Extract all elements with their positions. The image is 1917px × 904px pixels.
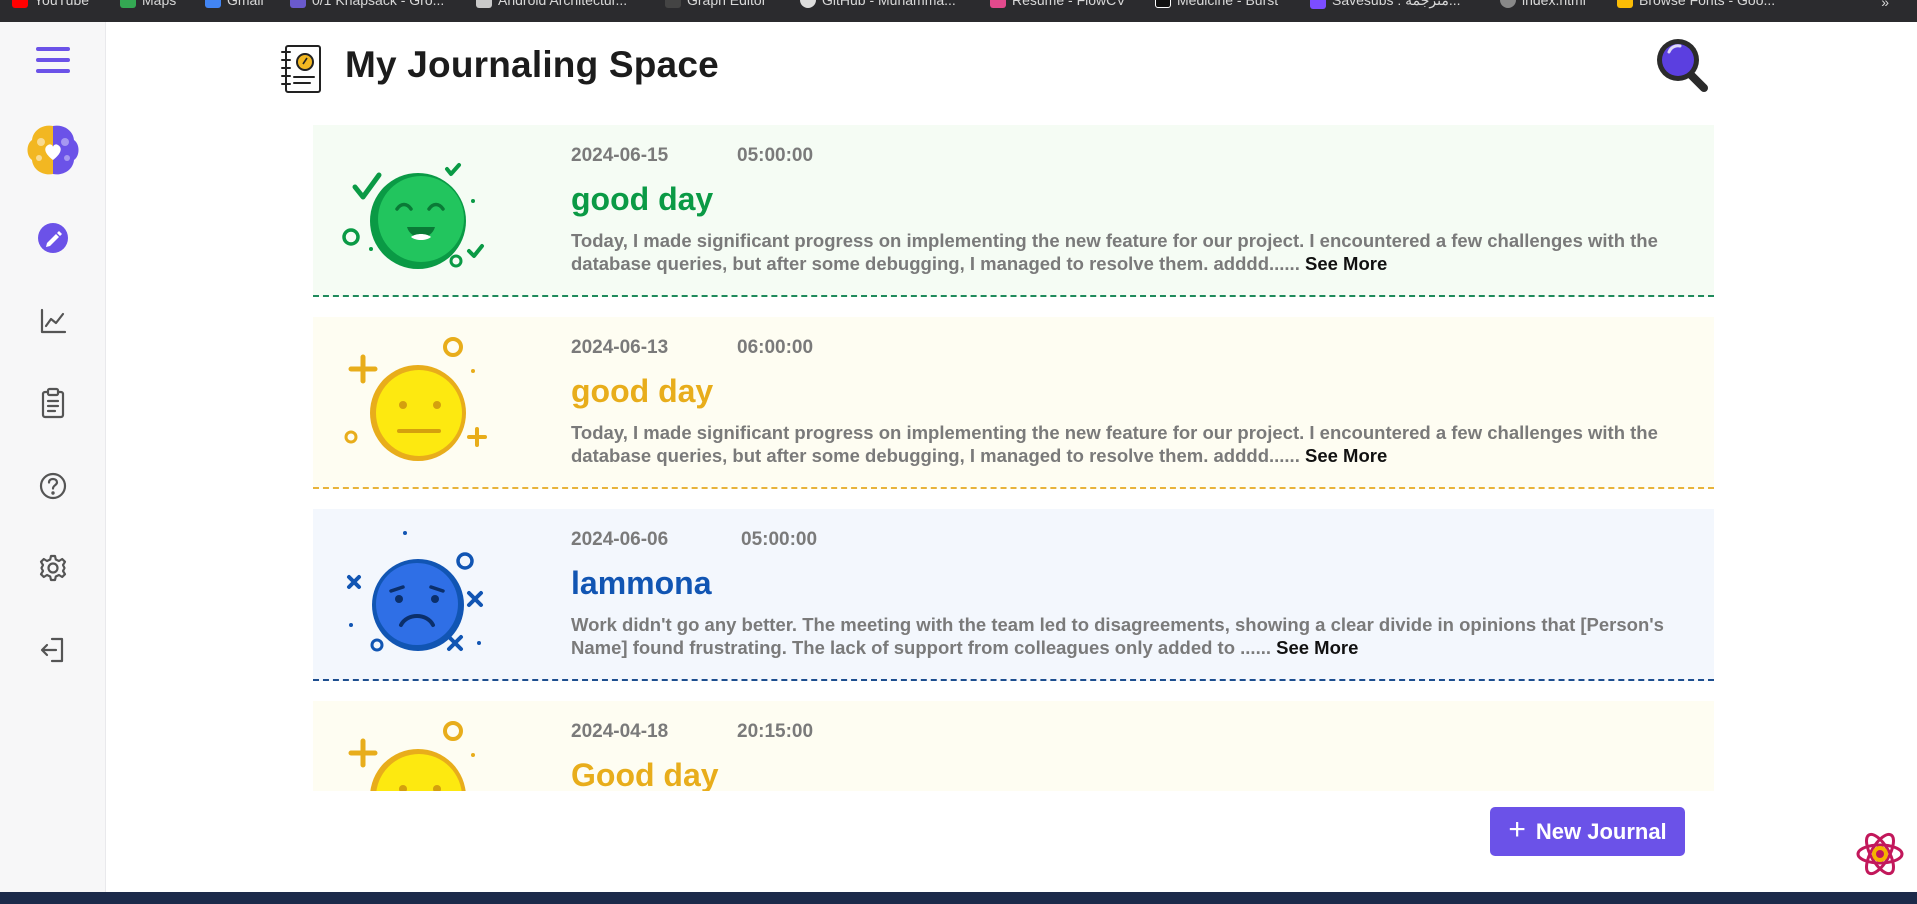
magnifier-icon bbox=[1657, 39, 1708, 92]
entry-date: 2024-06-13 bbox=[571, 337, 669, 358]
new-journal-label: New Journal bbox=[1535, 818, 1667, 844]
gmail-icon bbox=[205, 0, 221, 8]
entry-time: 06:00:00 bbox=[737, 337, 814, 358]
bookmark-fonts[interactable]: Browse Fonts - Goo... bbox=[1617, 0, 1775, 8]
entry-title: lammona bbox=[571, 565, 712, 601]
youtube-icon bbox=[12, 0, 28, 8]
bookmark-knapsack[interactable]: 0/1 Knapsack - Gro... bbox=[290, 0, 444, 8]
sidebar bbox=[0, 22, 106, 892]
os-taskbar bbox=[0, 892, 1917, 904]
bookmark-graph-editor[interactable]: Graph Editor bbox=[665, 0, 766, 8]
graph-icon bbox=[665, 0, 681, 8]
bookmark-maps[interactable]: Maps bbox=[120, 0, 176, 8]
sad-face-icon bbox=[347, 531, 483, 652]
bookmark-github[interactable]: GitHub - Muhamma... bbox=[800, 0, 956, 8]
bookmark-resume[interactable]: Resume - FlowCV bbox=[990, 0, 1126, 8]
bookmark-index[interactable]: index.html bbox=[1500, 0, 1586, 8]
journal-entry[interactable]: 2024-04-18 20:15:00 Good day bbox=[313, 701, 1714, 791]
line-chart-icon bbox=[40, 308, 67, 334]
entry-body: Today, I made significant progress on im… bbox=[571, 229, 1696, 275]
sidebar-item-help[interactable] bbox=[0, 466, 106, 506]
bookmark-medicine[interactable]: Medicine - Burst bbox=[1155, 0, 1278, 8]
react-devtools-button[interactable] bbox=[1855, 829, 1905, 884]
journal-pen-icon bbox=[38, 223, 68, 253]
entry-time: 20:15:00 bbox=[737, 721, 814, 742]
journal-entry[interactable]: 2024-06-15 05:00:00 good day Today, I ma… bbox=[313, 125, 1714, 297]
help-circle-icon bbox=[39, 472, 67, 500]
entry-body: Today, I made significant progress on im… bbox=[571, 421, 1696, 467]
journal-entry[interactable]: 2024-06-06 05:00:00 lammona Work didn't … bbox=[313, 509, 1714, 681]
page-icon bbox=[476, 0, 492, 8]
search-button[interactable] bbox=[1652, 34, 1712, 99]
entry-date: 2024-04-18 bbox=[571, 721, 669, 742]
sidebar-logo[interactable] bbox=[0, 120, 106, 180]
journal-list: 2024-06-15 05:00:00 good day Today, I ma… bbox=[313, 125, 1714, 791]
bookmarks-more-button[interactable]: » bbox=[1881, 0, 1889, 10]
globe-icon bbox=[1500, 0, 1516, 8]
savesubs-icon bbox=[1310, 0, 1326, 9]
maps-icon bbox=[120, 0, 136, 8]
entry-title: Good day bbox=[571, 757, 719, 791]
see-more-link[interactable]: See More bbox=[1276, 637, 1358, 658]
entry-body-text: Today, I made significant progress on im… bbox=[571, 422, 1658, 466]
sidebar-item-journal[interactable] bbox=[0, 218, 106, 258]
plus-icon: + bbox=[1508, 813, 1526, 846]
neutral-face-icon bbox=[348, 721, 475, 791]
clipboard-icon bbox=[41, 387, 65, 419]
entry-body-text: Work didn't go any better. The meeting w… bbox=[571, 614, 1664, 658]
new-journal-button[interactable]: + New Journal bbox=[1490, 807, 1685, 856]
notebook-icon bbox=[281, 45, 321, 93]
bookmark-gmail[interactable]: Gmail bbox=[205, 0, 264, 8]
github-icon bbox=[800, 0, 816, 8]
bookmarks-bar: YouTube Maps Gmail 0/1 Knapsack - Gro...… bbox=[0, 0, 1917, 22]
entry-date: 2024-06-06 bbox=[571, 529, 669, 550]
sidebar-item-logout[interactable] bbox=[0, 630, 106, 670]
see-more-link[interactable]: See More bbox=[1305, 445, 1387, 466]
entry-time: 05:00:00 bbox=[737, 145, 814, 166]
bookmark-android[interactable]: Android Architectur... bbox=[476, 0, 627, 8]
page-title: My Journaling Space bbox=[345, 44, 719, 85]
sidebar-item-stats[interactable] bbox=[0, 301, 106, 341]
brain-heart-logo-icon bbox=[27, 125, 79, 175]
entry-body: Work didn't go any better. The meeting w… bbox=[571, 613, 1696, 659]
bookmark-savesubs[interactable]: Savesubs : مترجمة... bbox=[1310, 0, 1461, 9]
see-more-link[interactable]: See More bbox=[1305, 253, 1387, 274]
fonts-icon bbox=[1617, 0, 1633, 8]
sidebar-item-settings[interactable] bbox=[0, 548, 106, 588]
sidebar-menu-button[interactable] bbox=[0, 40, 106, 80]
sidebar-item-notes[interactable] bbox=[0, 383, 106, 423]
entry-title: good day bbox=[571, 181, 714, 217]
entry-body-text: Today, I made significant progress on im… bbox=[571, 230, 1658, 274]
settings-gear-icon bbox=[39, 554, 67, 582]
burst-icon bbox=[1155, 0, 1171, 8]
entry-title: good day bbox=[571, 373, 714, 409]
page-icon bbox=[290, 0, 306, 8]
happy-face-icon bbox=[342, 163, 484, 269]
journal-entry[interactable]: 2024-06-13 06:00:00 good day Today, I ma… bbox=[313, 317, 1714, 489]
notebook-logo bbox=[278, 44, 324, 99]
entry-date: 2024-06-15 bbox=[571, 145, 669, 166]
react-devtools-icon bbox=[1856, 832, 1904, 876]
bookmark-youtube[interactable]: YouTube bbox=[12, 0, 89, 8]
entry-time: 05:00:00 bbox=[741, 529, 818, 550]
logout-icon bbox=[40, 637, 64, 663]
resume-icon bbox=[990, 0, 1006, 8]
neutral-face-icon bbox=[344, 337, 487, 461]
hamburger-menu-icon bbox=[36, 47, 70, 73]
